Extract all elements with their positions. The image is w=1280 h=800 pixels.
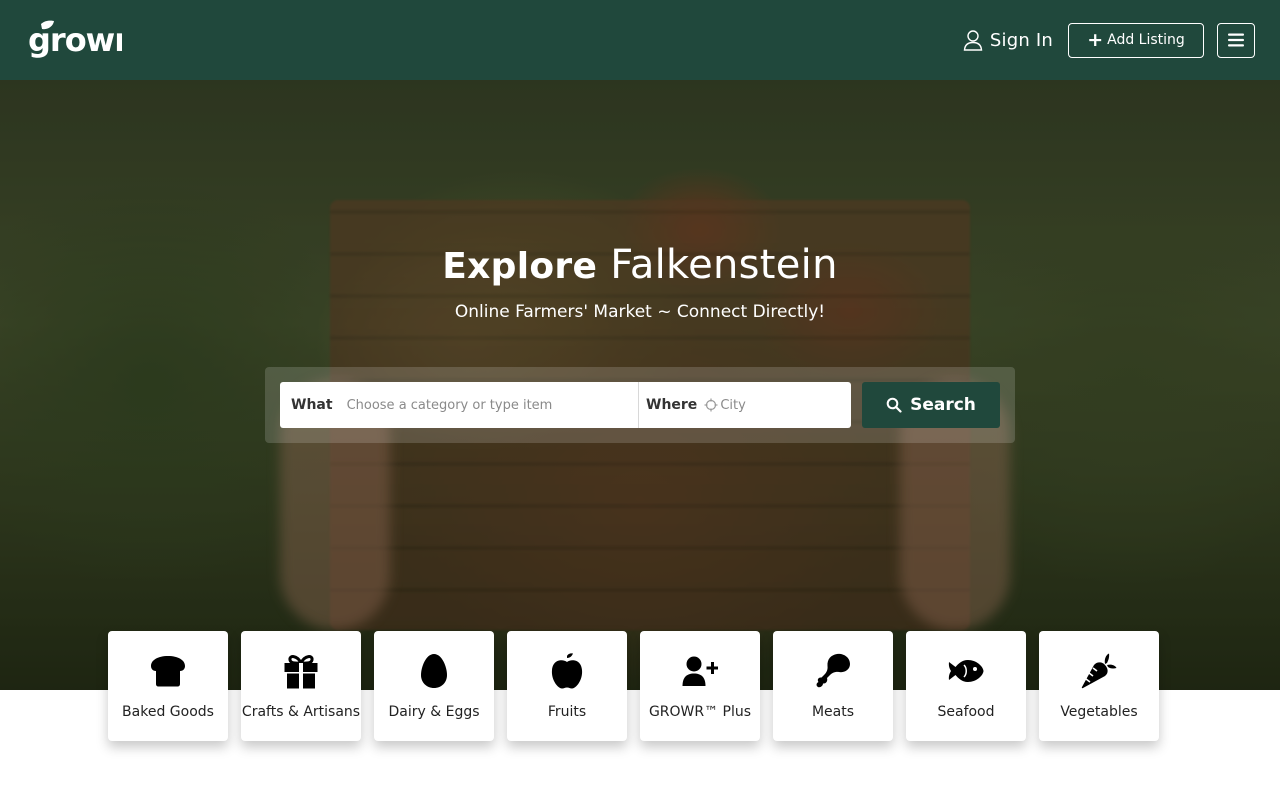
- crosshair-locate-icon[interactable]: [704, 398, 718, 412]
- category-list: Baked Goods Crafts & Artisans Dairy & Eg…: [108, 631, 1159, 741]
- search-button-label: Search: [910, 395, 976, 415]
- sign-in-link[interactable]: Sign In: [963, 29, 1053, 51]
- sign-in-label: Sign In: [989, 29, 1053, 51]
- add-listing-button[interactable]: + Add Listing: [1068, 22, 1204, 58]
- carrot-icon: [1081, 653, 1117, 689]
- egg-icon: [421, 654, 447, 688]
- category-label: Dairy & Eggs: [388, 704, 480, 720]
- where-field[interactable]: Where: [639, 382, 851, 428]
- category-card-dairy-eggs[interactable]: Dairy & Eggs: [374, 631, 494, 741]
- hero-title: Explore Falkenstein: [0, 242, 1280, 288]
- category-card-vegetables[interactable]: Vegetables: [1039, 631, 1159, 741]
- category-card-baked-goods[interactable]: Baked Goods: [108, 631, 228, 741]
- hero-subtitle: Online Farmers' Market ~ Connect Directl…: [454, 302, 826, 322]
- add-listing-label: Add Listing: [1107, 32, 1185, 48]
- plus-icon: +: [1087, 28, 1104, 51]
- category-label: Baked Goods: [122, 704, 214, 720]
- hero-title-bold: Explore: [442, 246, 598, 287]
- what-input[interactable]: [346, 397, 607, 413]
- category-label: Fruits: [547, 704, 587, 720]
- category-label: Seafood: [937, 704, 995, 720]
- category-label: Vegetables: [1060, 704, 1138, 720]
- category-card-fruits[interactable]: Fruits: [507, 631, 627, 741]
- menu-button[interactable]: [1217, 22, 1255, 58]
- where-input[interactable]: [720, 397, 831, 413]
- category-card-crafts-artisans[interactable]: Crafts & Artisans: [241, 631, 361, 741]
- where-label: Where: [646, 397, 698, 413]
- top-navbar: growr Sign In + Add Listing: [0, 0, 1280, 80]
- gift-icon: [284, 655, 318, 689]
- search-box: What Where: [280, 382, 851, 428]
- apple-icon: [551, 653, 583, 689]
- category-label: Crafts & Artisans: [241, 704, 361, 720]
- bread-icon: [151, 656, 185, 687]
- category-card-growr-plus[interactable]: GROWR™ Plus: [640, 631, 760, 741]
- fish-icon: [948, 660, 984, 682]
- what-label: What: [291, 397, 333, 413]
- user-plus-icon: [682, 656, 718, 686]
- search-panel: What Where Search: [265, 367, 1015, 443]
- user-outline-icon: [963, 30, 983, 51]
- search-button[interactable]: Search: [862, 382, 1000, 428]
- what-field[interactable]: What: [280, 382, 639, 428]
- growr-logo[interactable]: growr: [28, 20, 122, 60]
- logo-wordmark: growr: [28, 21, 122, 59]
- hamburger-menu-icon: [1228, 33, 1244, 47]
- category-card-meats[interactable]: Meats: [773, 631, 893, 741]
- category-label: Meats: [811, 704, 855, 720]
- growr-logo-icon: growr: [28, 20, 122, 59]
- hero-title-city: Falkenstein: [610, 242, 838, 288]
- category-card-seafood[interactable]: Seafood: [906, 631, 1026, 741]
- hero-section: Explore Falkenstein Online Farmers' Mark…: [0, 80, 1280, 690]
- search-icon: [886, 397, 902, 413]
- category-label: GROWR™ Plus: [648, 704, 752, 720]
- drumstick-icon: [816, 653, 850, 688]
